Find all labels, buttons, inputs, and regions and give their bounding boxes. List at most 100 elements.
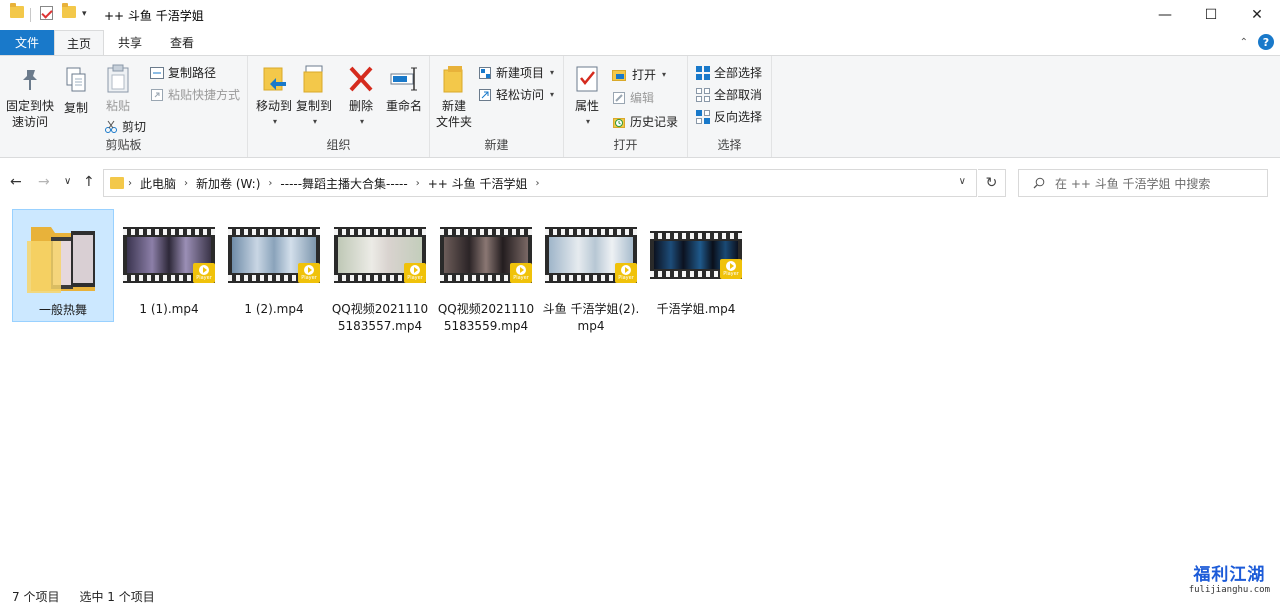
copy-button[interactable]: 复制: [60, 66, 92, 116]
search-placeholder: 在 ++ 斗鱼 千浯学姐 中搜索: [1055, 176, 1211, 191]
refresh-icon: ↻: [985, 175, 998, 191]
history-icon: [613, 117, 625, 128]
paste-button[interactable]: 粘贴: [98, 64, 138, 114]
open-button[interactable]: 打开 ▾: [612, 66, 666, 83]
new-item-button[interactable]: 新建项目 ▾: [478, 64, 554, 81]
file-name: 斗鱼 千浯学姐(2).mp4: [542, 302, 640, 333]
breadcrumb-drive[interactable]: 新加卷 (W:): [192, 175, 264, 192]
copy-to-button[interactable]: 复制到 ▾: [294, 64, 334, 130]
move-to-button[interactable]: 移动到 ▾: [254, 64, 294, 130]
copy-icon: [66, 67, 86, 92]
new-item-icon: [479, 66, 491, 79]
chevron-right-icon[interactable]: ›: [180, 178, 192, 189]
player-badge-icon: Player: [720, 259, 742, 279]
open-group: 属性 ▾ 打开 ▾ 编辑 历史记录 打开: [564, 56, 688, 157]
clipboard-group: 固定到快 速访问 复制 粘贴 复制路径 粘贴快捷方式 剪切 剪贴板: [0, 56, 248, 157]
invert-selection-icon: [696, 109, 710, 124]
properties-button[interactable]: 属性 ▾: [570, 64, 604, 130]
new-folder-button[interactable]: 新建 文件夹: [434, 64, 474, 130]
watermark-logo: 福利江湖 fulijianghu.com: [1188, 565, 1270, 595]
video-thumbnail: Player: [119, 209, 219, 301]
clipboard-group-label: 剪贴板: [105, 138, 142, 152]
video-thumbnail: Player: [224, 209, 324, 301]
new-group: 新建 文件夹 新建项目 ▾ 轻松访问 ▾ 新建: [430, 56, 564, 157]
easy-access-icon: [479, 88, 491, 101]
selection-count: 选中 1 个项目: [79, 589, 155, 604]
new-group-label: 新建: [484, 138, 509, 152]
video-file-item[interactable]: Player 1 (1).mp4: [118, 209, 220, 320]
file-name: 1 (1).mp4: [139, 302, 199, 316]
chevron-right-icon[interactable]: ›: [124, 178, 136, 189]
open-group-label: 打开: [613, 138, 638, 152]
rename-button[interactable]: 重命名: [382, 64, 426, 114]
select-group: 全部选择 全部取消 反向选择 选择: [688, 56, 772, 157]
pin-quick-access-button[interactable]: 固定到快 速访问: [6, 66, 54, 130]
organize-group-label: 组织: [326, 138, 351, 152]
player-badge-icon: Player: [193, 263, 215, 283]
file-name: 一般热舞: [38, 303, 87, 317]
edit-icon: [613, 91, 625, 104]
video-file-item[interactable]: Player 千浯学姐.mp4: [645, 209, 747, 320]
organize-group: 移动到 ▾ 复制到 ▾ 删除 ▾ 重命名 组织: [248, 56, 430, 157]
status-bar: 7 个项目 选中 1 个项目: [0, 584, 1280, 608]
forward-arrow-icon[interactable]: →: [38, 174, 50, 190]
properties-quick-icon[interactable]: [40, 6, 53, 20]
new-folder-icon: [443, 66, 463, 93]
select-group-label: 选择: [717, 138, 742, 152]
video-file-item[interactable]: Player 1 (2).mp4: [223, 209, 325, 320]
easy-access-button[interactable]: 轻松访问 ▾: [478, 86, 554, 103]
address-dropdown-icon[interactable]: ∨: [959, 176, 966, 187]
folder-icon: [110, 177, 124, 189]
video-file-item[interactable]: Player QQ视频20211105183559.mp4: [435, 209, 537, 337]
back-arrow-icon[interactable]: ←: [10, 174, 22, 190]
select-none-icon: [696, 87, 710, 102]
chevron-right-icon[interactable]: ›: [531, 178, 543, 189]
breadcrumb-current-folder[interactable]: ++ 斗鱼 千浯学姐: [424, 175, 532, 192]
refresh-button[interactable]: ↻: [978, 169, 1006, 197]
tab-file[interactable]: 文件: [0, 30, 54, 55]
clipboard-icon: [107, 64, 129, 93]
folder-item[interactable]: 一般热舞: [12, 209, 114, 322]
maximize-button[interactable]: ☐: [1188, 0, 1234, 30]
player-badge-icon: Player: [404, 263, 426, 283]
player-badge-icon: Player: [510, 263, 532, 283]
select-all-button[interactable]: 全部选择: [696, 64, 762, 81]
cut-button[interactable]: 剪切: [104, 118, 146, 135]
edit-button[interactable]: 编辑: [612, 89, 654, 106]
divider: [30, 8, 31, 22]
player-badge-icon: Player: [615, 263, 637, 283]
copy-path-button[interactable]: 复制路径: [150, 64, 216, 81]
search-icon: [1033, 177, 1045, 189]
breadcrumb-this-pc[interactable]: 此电脑: [136, 175, 180, 192]
help-icon[interactable]: ?: [1258, 34, 1274, 50]
chevron-right-icon[interactable]: ›: [264, 178, 276, 189]
video-file-item[interactable]: Player QQ视频20211105183557.mp4: [329, 209, 431, 337]
breadcrumb-parent-folder[interactable]: -----舞蹈主播大合集-----: [276, 175, 411, 192]
search-input[interactable]: 在 ++ 斗鱼 千浯学姐 中搜索: [1018, 169, 1268, 197]
tab-home[interactable]: 主页: [54, 30, 104, 56]
video-thumbnail: Player: [436, 209, 536, 301]
chevron-right-icon[interactable]: ›: [412, 178, 424, 189]
new-folder-quick-icon[interactable]: [62, 3, 76, 18]
quick-access-dropdown-icon[interactable]: ▾: [82, 9, 87, 19]
video-thumbnail: Player: [646, 209, 746, 301]
history-button[interactable]: 历史记录: [612, 113, 678, 130]
paste-shortcut-icon: [151, 88, 163, 101]
invert-selection-button[interactable]: 反向选择: [696, 108, 762, 125]
close-button[interactable]: ✕: [1234, 0, 1280, 30]
select-none-button[interactable]: 全部取消: [696, 86, 762, 103]
collapse-ribbon-icon[interactable]: ⌃: [1240, 37, 1248, 48]
minimize-button[interactable]: —: [1142, 0, 1188, 30]
delete-button[interactable]: 删除 ▾: [344, 64, 378, 130]
up-arrow-icon[interactable]: ↑: [83, 174, 95, 190]
paste-shortcut-button[interactable]: 粘贴快捷方式: [150, 86, 240, 103]
folder-thumbnail: [13, 210, 113, 302]
address-bar[interactable]: › 此电脑 › 新加卷 (W:) › -----舞蹈主播大合集----- › +…: [103, 169, 977, 197]
file-list: 一般热舞 Player 1 (1).mp4 Player 1 (2).mp4 P…: [0, 200, 1280, 580]
video-thumbnail: Player: [330, 209, 430, 301]
video-file-item[interactable]: Player 斗鱼 千浯学姐(2).mp4: [540, 209, 642, 337]
tab-share[interactable]: 共享: [106, 30, 154, 55]
tab-view[interactable]: 查看: [158, 30, 206, 55]
recent-locations-icon[interactable]: ∨: [64, 176, 71, 187]
folder-icon: [27, 227, 95, 293]
